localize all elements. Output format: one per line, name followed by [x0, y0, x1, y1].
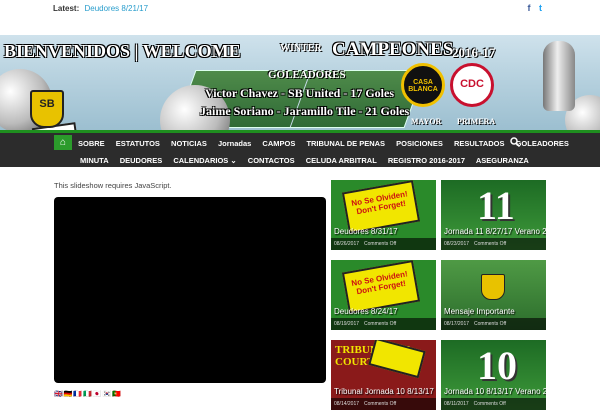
post-card[interactable]: 11 Jornada 11 8/27/17 Verano 2017 08/23/… — [441, 180, 546, 250]
slideshow-area[interactable] — [54, 197, 326, 383]
nav-item-deudores[interactable]: DEUDORES — [120, 156, 163, 165]
post-art-text: 10 — [477, 343, 517, 388]
post-title[interactable]: Deudores 8/24/17 — [334, 307, 398, 316]
nav-item-estatutos[interactable]: ESTATUTOS — [116, 139, 160, 148]
post-title[interactable]: Tribunal Jornada 10 8/13/17 Casos#1708-6… — [334, 387, 436, 396]
trophy-icon — [543, 41, 575, 111]
facebook-icon[interactable]: f — [527, 3, 530, 13]
nav-item-calendarios[interactable]: CALENDARIOS ⌄ — [173, 156, 236, 165]
post-art-text: No Se Olviden! Don't Forget! — [341, 260, 421, 314]
post-meta: 08/17/2017 Comments Off — [441, 318, 546, 330]
casa-blanca-crest: CASA BLANCA — [401, 63, 445, 107]
post-date: 08/14/2017 — [334, 401, 360, 407]
slideshow-js-notice: This slideshow requires JavaScript. — [54, 181, 172, 190]
nav-row-1: SOBRE ESTATUTOS NOTICIAS Jornadas CAMPOS… — [78, 139, 578, 148]
post-date: 08/17/2017 — [444, 321, 470, 327]
banner-label-mayor: MAYOR — [411, 117, 442, 126]
post-comments[interactable]: Comments Off — [364, 401, 396, 407]
social-links: f t — [527, 3, 542, 13]
banner-winter: WINTER — [280, 43, 322, 54]
banner-season: 2016-17 — [452, 45, 496, 60]
nav-item-resultados[interactable]: RESULTADOS — [454, 139, 505, 148]
post-card[interactable]: No Se Olviden! Don't Forget! Deudores 8/… — [331, 260, 436, 330]
nav-row-2: MINUTA DEUDORES CALENDARIOS ⌄ CONTACTOS … — [80, 156, 538, 165]
banner-welcome-title: BIENVENIDOS | WELCOME — [4, 41, 241, 61]
banner-scorer-1: Victor Chavez - SB United - 17 Goles — [205, 86, 394, 100]
language-flags[interactable]: 🇬🇧🇩🇪🇫🇷🇮🇹🇯🇵🇰🇷🇵🇹 — [54, 390, 122, 398]
nav-item-jornadas[interactable]: Jornadas — [218, 139, 251, 148]
nav-item-goleadores[interactable]: GOLEADORES — [516, 139, 569, 148]
league-shield-icon — [481, 274, 505, 300]
home-icon[interactable]: ⌂ — [54, 135, 72, 150]
posts-grid: No Se Olviden! Don't Forget! Deudores 8/… — [331, 180, 547, 410]
nav-item-minuta[interactable]: MINUTA — [80, 156, 109, 165]
latest-label: Latest: — [53, 4, 80, 13]
latest-link[interactable]: Deudores 8/21/17 — [84, 4, 148, 13]
post-comments[interactable]: Comments Off — [364, 241, 396, 247]
post-title[interactable]: Deudores 8/31/17 — [334, 227, 398, 236]
post-card[interactable]: No Se Olviden! Don't Forget! Deudores 8/… — [331, 180, 436, 250]
main-navigation: ⌂ SOBRE ESTATUTOS NOTICIAS Jornadas CAMP… — [0, 130, 600, 167]
nav-item-contactos[interactable]: CONTACTOS — [248, 156, 295, 165]
league-shield-logo: SB — [30, 90, 64, 128]
post-art-text: 11 — [477, 183, 515, 228]
nav-item-campos[interactable]: CAMPOS — [262, 139, 295, 148]
post-meta: 08/19/2017 Comments Off — [331, 318, 436, 330]
post-title[interactable]: Jornada 11 8/27/17 Verano 2017 — [444, 227, 546, 236]
nav-item-noticias[interactable]: NOTICIAS — [171, 139, 207, 148]
post-date: 08/11/2017 — [444, 401, 469, 407]
banner-scorer-2: Jaime Soriano - Jaramillo Tile - 21 Gole… — [200, 104, 410, 118]
post-comments[interactable]: Comments Off — [474, 321, 506, 327]
post-card[interactable]: Mensaje Importante 08/17/2017 Comments Of… — [441, 260, 546, 330]
nav-item-registro[interactable]: REGISTRO 2016-2017 — [388, 156, 465, 165]
post-date: 08/26/2017 — [334, 241, 360, 247]
post-date: 08/23/2017 — [444, 241, 470, 247]
post-comments[interactable]: Comments Off — [474, 401, 506, 407]
latest-news: Latest: Deudores 8/21/17 — [53, 4, 148, 13]
post-meta: 08/26/2017 Comments Off — [331, 238, 436, 250]
post-meta: 08/23/2017 Comments Off — [441, 238, 546, 250]
post-comments[interactable]: Comments Off — [364, 321, 396, 327]
banner-campeones: CAMPEONES — [332, 39, 454, 60]
nav-item-tribunal[interactable]: TRIBUNAL DE PENAS — [306, 139, 385, 148]
nav-item-sobre[interactable]: SOBRE — [78, 139, 105, 148]
post-title[interactable]: Jornada 10 8/13/17 Verano 2017 — [444, 387, 546, 396]
banner-label-primera: PRIMERA — [457, 117, 496, 126]
search-icon-glyph — [510, 137, 521, 148]
cdc-crest: CDC — [450, 63, 494, 107]
nav-item-aseguranza[interactable]: ASEGURANZA — [476, 156, 529, 165]
nav-item-celuda-arbitral[interactable]: CELUDA ARBITRAL — [306, 156, 377, 165]
header-banner[interactable]: SB BIENVENIDOS | WELCOME WINTER CAMPEONE… — [0, 35, 600, 130]
twitter-icon[interactable]: t — [539, 3, 542, 13]
post-date: 08/19/2017 — [334, 321, 360, 327]
top-bar: Latest: Deudores 8/21/17 f t — [0, 0, 600, 17]
nav-item-posiciones[interactable]: POSICIONES — [396, 139, 443, 148]
post-title[interactable]: Mensaje Importante — [444, 307, 515, 316]
search-icon[interactable] — [510, 137, 521, 150]
post-art-text: No Se Olviden! Don't Forget! — [341, 180, 421, 234]
post-comments[interactable]: Comments Off — [474, 241, 506, 247]
banner-goleadores: GOLEADORES — [268, 69, 346, 81]
